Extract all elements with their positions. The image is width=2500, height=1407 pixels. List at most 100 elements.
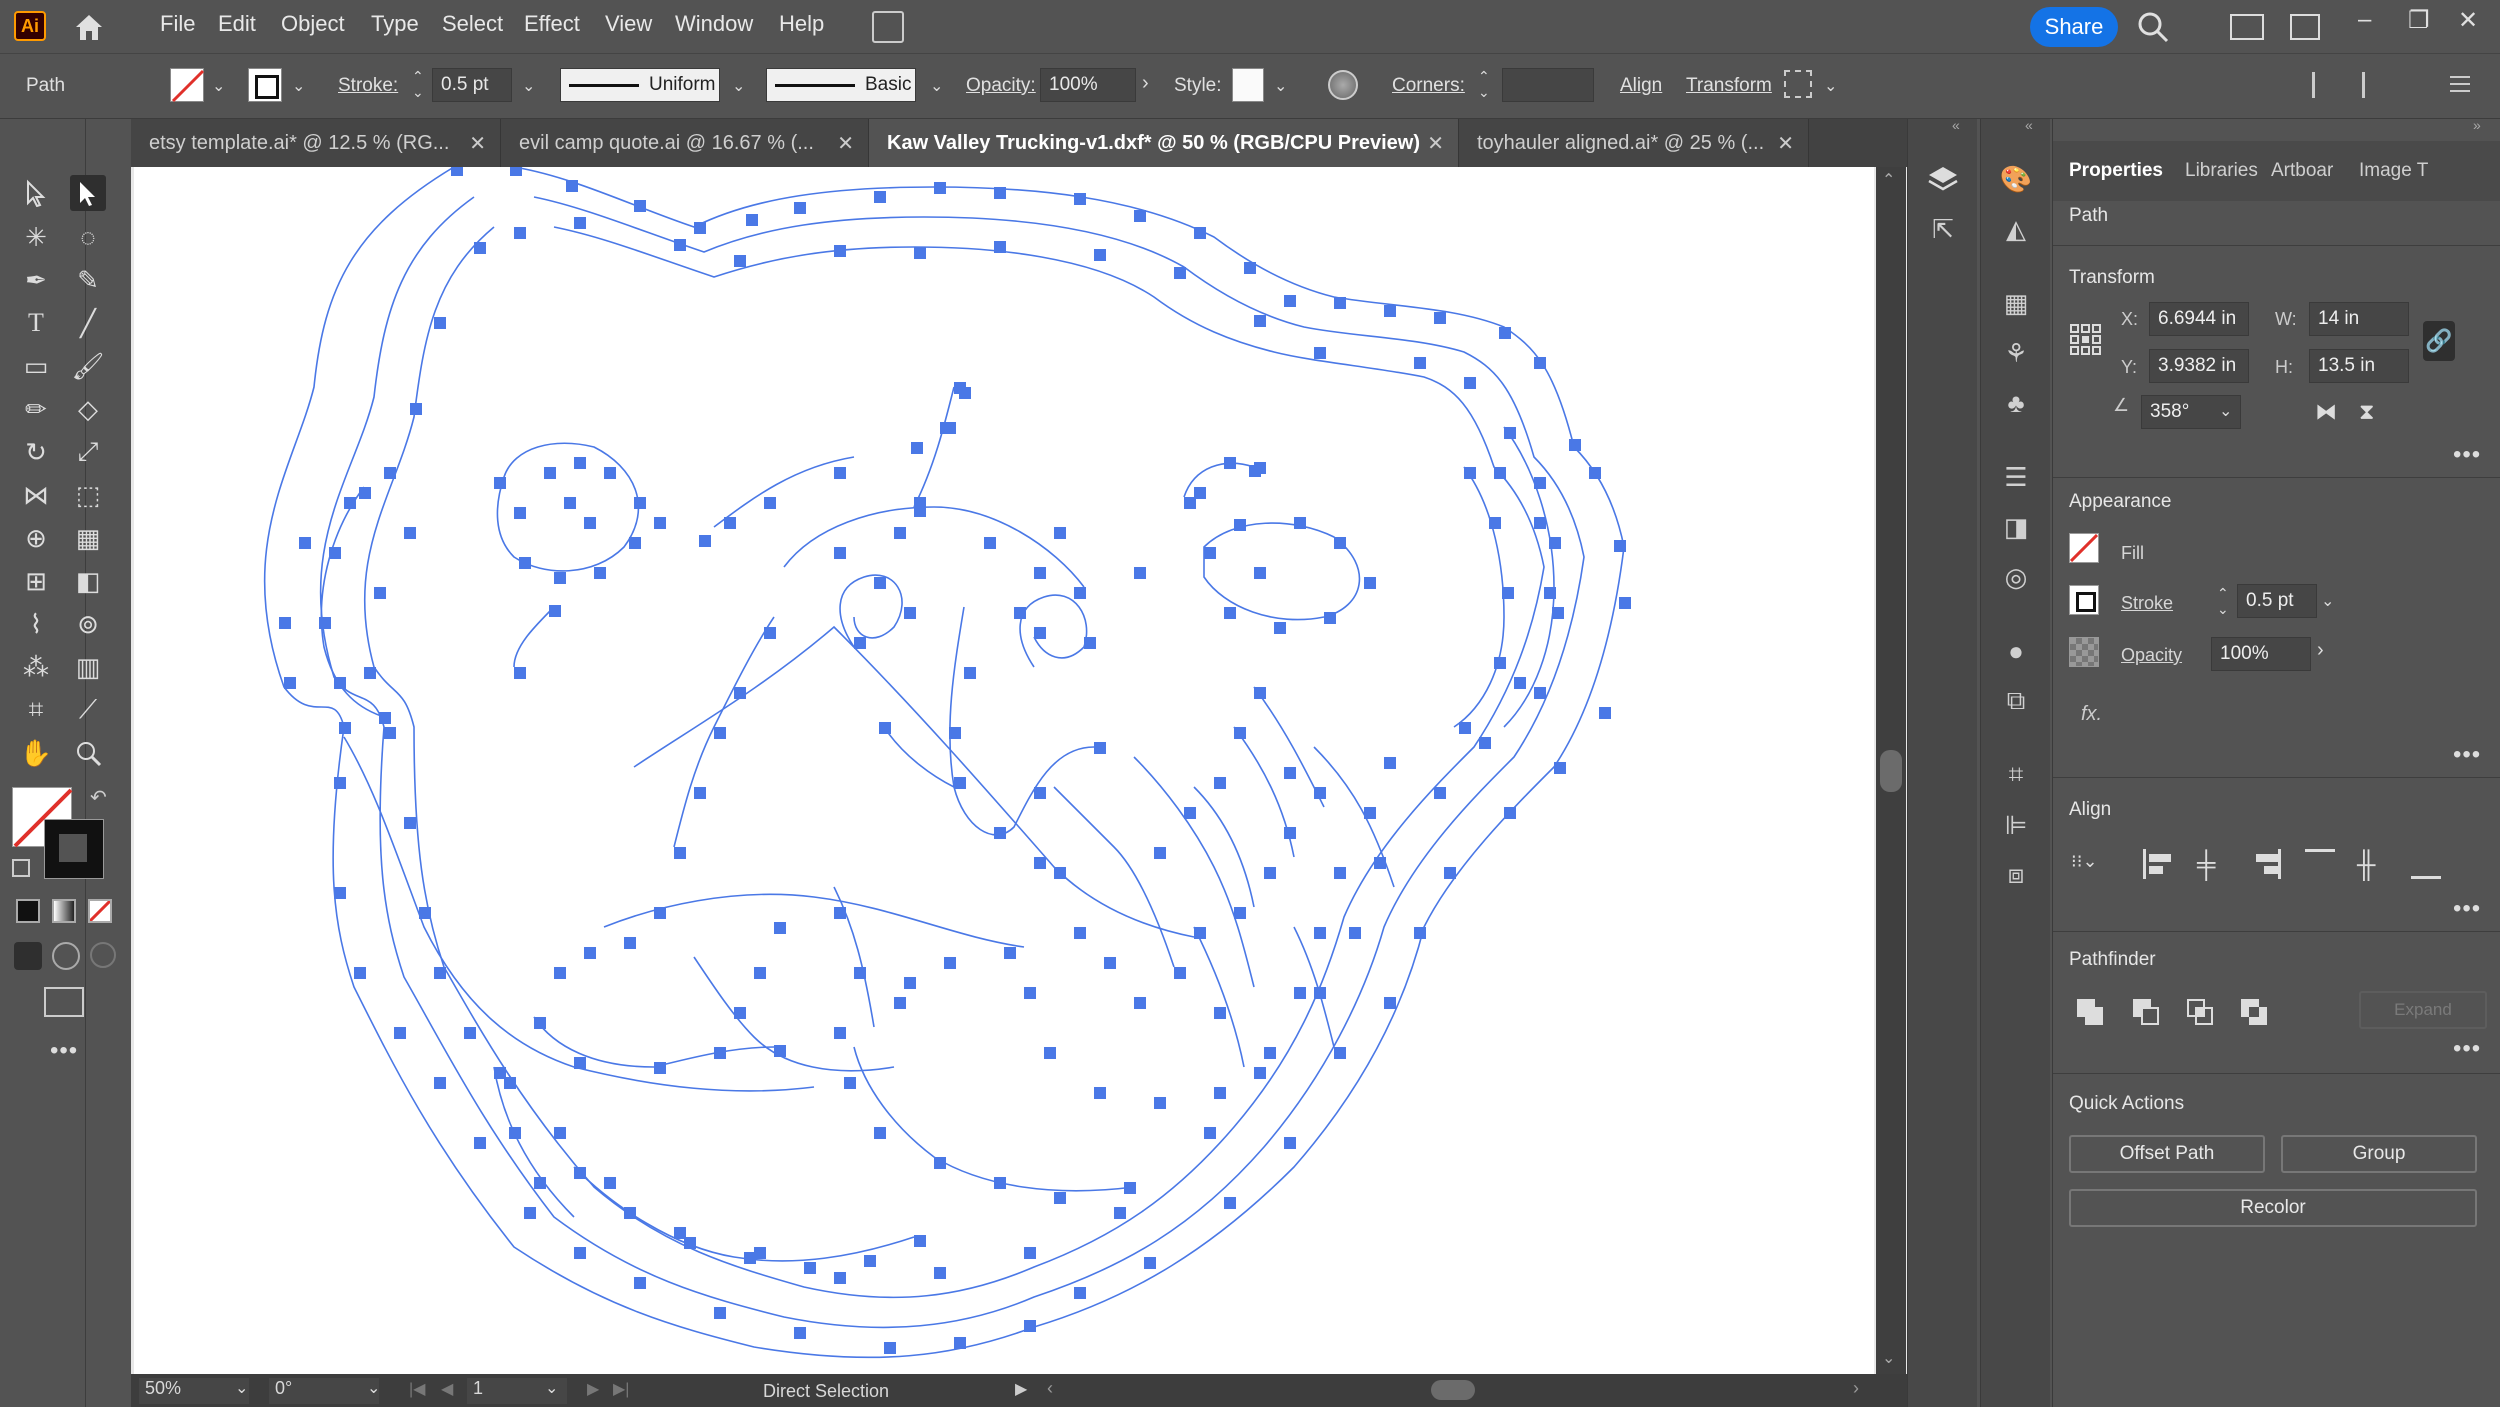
zoom-level-field[interactable]: 50%	[139, 1378, 249, 1404]
group-button[interactable]: Group	[2281, 1135, 2477, 1173]
tab-evil-camp-quote[interactable]: evil camp quote.ai @ 16.67 % (... ✕	[501, 119, 869, 167]
corners-field[interactable]	[1502, 68, 1594, 102]
fill-dropdown-icon[interactable]: ⌄	[212, 76, 225, 96]
zoom-tool-icon[interactable]	[70, 735, 106, 771]
stroke-stepper-icon[interactable]: ⌃ ⌄	[412, 68, 424, 100]
slice-tool-icon[interactable]: ⟋	[70, 692, 106, 728]
previous-artboard-icon[interactable]: ◀	[441, 1379, 453, 1399]
menu-select[interactable]: Select	[442, 11, 503, 37]
recolor-button[interactable]: Recolor	[2069, 1189, 2477, 1227]
corners-label[interactable]: Corners:	[1392, 75, 1465, 97]
close-tab-icon[interactable]: ✕	[1427, 131, 1444, 156]
fill-none-swatch[interactable]	[2069, 533, 2099, 563]
intersect-icon[interactable]	[2187, 999, 2215, 1027]
draw-normal-icon[interactable]	[14, 942, 42, 970]
type-tool-icon[interactable]: T	[18, 305, 54, 341]
transform-more-options-icon[interactable]: •••	[2453, 441, 2481, 469]
stroke-weight-field[interactable]: 0.5 pt	[432, 68, 512, 102]
x-position-field[interactable]: 6.6944 in	[2149, 302, 2249, 336]
appearance-more-options-icon[interactable]: •••	[2453, 741, 2481, 769]
align-more-options-icon[interactable]: •••	[2453, 895, 2481, 923]
tab-properties[interactable]: Properties	[2069, 141, 2163, 201]
screen-mode-icon[interactable]	[44, 987, 84, 1017]
menu-object[interactable]: Object	[281, 11, 345, 37]
align-right-icon[interactable]	[2251, 849, 2281, 879]
symbols-panel-icon[interactable]: ♣	[1996, 383, 2036, 423]
gradient-panel-icon[interactable]: ◨	[1996, 507, 2036, 547]
unite-icon[interactable]	[2077, 999, 2105, 1027]
arrange-documents-icon[interactable]	[872, 11, 904, 43]
mesh-tool-icon[interactable]: ⊞	[18, 563, 54, 599]
close-tab-icon[interactable]: ✕	[1777, 131, 1794, 156]
swap-colors-icon[interactable]: ↶	[90, 785, 107, 810]
align-to-selection-icon[interactable]: ⁝⁝⌄	[2071, 851, 2115, 879]
menu-file[interactable]: File	[160, 11, 195, 37]
menu-type[interactable]: Type	[371, 11, 419, 37]
stroke-swatch[interactable]	[248, 68, 282, 102]
align-options-icon[interactable]	[2312, 72, 2336, 98]
menu-window[interactable]: Window	[675, 11, 753, 37]
minus-front-icon[interactable]	[2133, 999, 2161, 1027]
scroll-down-icon[interactable]: ⌄	[1882, 1348, 1895, 1368]
selection-tool-icon[interactable]	[18, 175, 54, 211]
pen-tool-icon[interactable]: ✒	[18, 262, 54, 298]
rotation-dropdown-icon[interactable]: ⌄	[367, 1378, 380, 1398]
rotation-field[interactable]: 0°	[269, 1378, 379, 1404]
color-mode-icon[interactable]	[16, 899, 40, 923]
export-icon[interactable]: ⇱	[1923, 209, 1963, 249]
flip-vertical-icon[interactable]: ⧗	[2359, 399, 2374, 425]
tab-etsy-template[interactable]: etsy template.ai* @ 12.5 % (RG... ✕	[131, 119, 501, 167]
stroke-weight-panel-dropdown-icon[interactable]: ⌄	[2321, 591, 2334, 611]
scroll-right-icon[interactable]: ›	[1853, 1378, 1859, 1399]
stroke-swatch-panel[interactable]	[2069, 585, 2099, 615]
pencil-tool-icon[interactable]: ✏	[18, 391, 54, 427]
close-window-icon[interactable]: ✕	[2458, 6, 2478, 35]
paintbrush-tool-icon[interactable]: 🖌	[70, 348, 106, 384]
symbol-sprayer-tool-icon[interactable]: ⁂	[18, 649, 54, 685]
opacity-expand-icon[interactable]: ›	[1142, 72, 1149, 95]
width-tool-icon[interactable]: ⋈	[18, 477, 54, 513]
selected-path-artwork[interactable]	[134, 167, 1874, 1374]
edit-toolbar-icon[interactable]: •••	[50, 1037, 78, 1065]
close-tab-icon[interactable]: ✕	[469, 131, 486, 156]
shape-builder-tool-icon[interactable]: ⊕	[18, 520, 54, 556]
blend-tool-icon[interactable]: ⊚	[70, 606, 106, 642]
expand-button[interactable]: Expand	[2359, 991, 2487, 1029]
align-horizontal-center-icon[interactable]: ╪	[2197, 849, 2227, 879]
align-link[interactable]: Align	[1620, 75, 1662, 97]
gradient-mode-icon[interactable]	[52, 899, 76, 923]
stroke-weight-panel-field[interactable]: 0.5 pt	[2237, 584, 2317, 618]
draw-behind-icon[interactable]	[52, 942, 80, 970]
scroll-up-icon[interactable]: ⌃	[1882, 170, 1895, 190]
opacity-panel-field[interactable]: 100%	[2211, 637, 2311, 671]
direct-selection-tool-icon[interactable]	[70, 175, 106, 211]
horizontal-scroll-thumb[interactable]	[1431, 1380, 1475, 1400]
brush-dropdown-icon[interactable]: ⌄	[930, 76, 943, 96]
vertical-scroll-thumb[interactable]	[1880, 750, 1902, 792]
tab-libraries[interactable]: Libraries	[2185, 141, 2258, 201]
tab-artboards[interactable]: Artboar	[2271, 141, 2333, 201]
collapse-dock-icon[interactable]: «	[2025, 117, 2033, 133]
draw-inside-icon[interactable]	[90, 942, 116, 968]
brushes-panel-icon[interactable]: ⚘	[1996, 333, 2036, 373]
align-left-icon[interactable]	[2143, 849, 2173, 879]
distribute-options-icon[interactable]	[2362, 72, 2386, 98]
perspective-grid-tool-icon[interactable]: ▦	[70, 520, 106, 556]
recolor-artwork-icon[interactable]	[1328, 70, 1358, 100]
magic-wand-tool-icon[interactable]: ✳	[18, 219, 54, 255]
default-colors-icon[interactable]	[12, 859, 30, 877]
flip-horizontal-icon[interactable]: ⧓	[2315, 399, 2337, 425]
menu-help[interactable]: Help	[779, 11, 824, 37]
eyedropper-tool-icon[interactable]: ⌇	[18, 606, 54, 642]
restore-icon[interactable]: ❐	[2408, 6, 2430, 35]
reference-point-icon[interactable]	[2069, 323, 2103, 357]
next-artboard-icon[interactable]: ▶	[587, 1379, 599, 1399]
tab-image-trace[interactable]: Image T	[2359, 141, 2428, 201]
none-mode-icon[interactable]	[88, 899, 112, 923]
status-menu-icon[interactable]: ▶	[1015, 1379, 1027, 1399]
stroke-label[interactable]: Stroke:	[338, 75, 398, 97]
fill-swatch[interactable]	[170, 68, 205, 103]
angle-dropdown-icon[interactable]: ⌄	[2219, 401, 2232, 421]
panel-layout-icon[interactable]	[2290, 14, 2320, 40]
search-icon[interactable]	[2136, 10, 2170, 44]
